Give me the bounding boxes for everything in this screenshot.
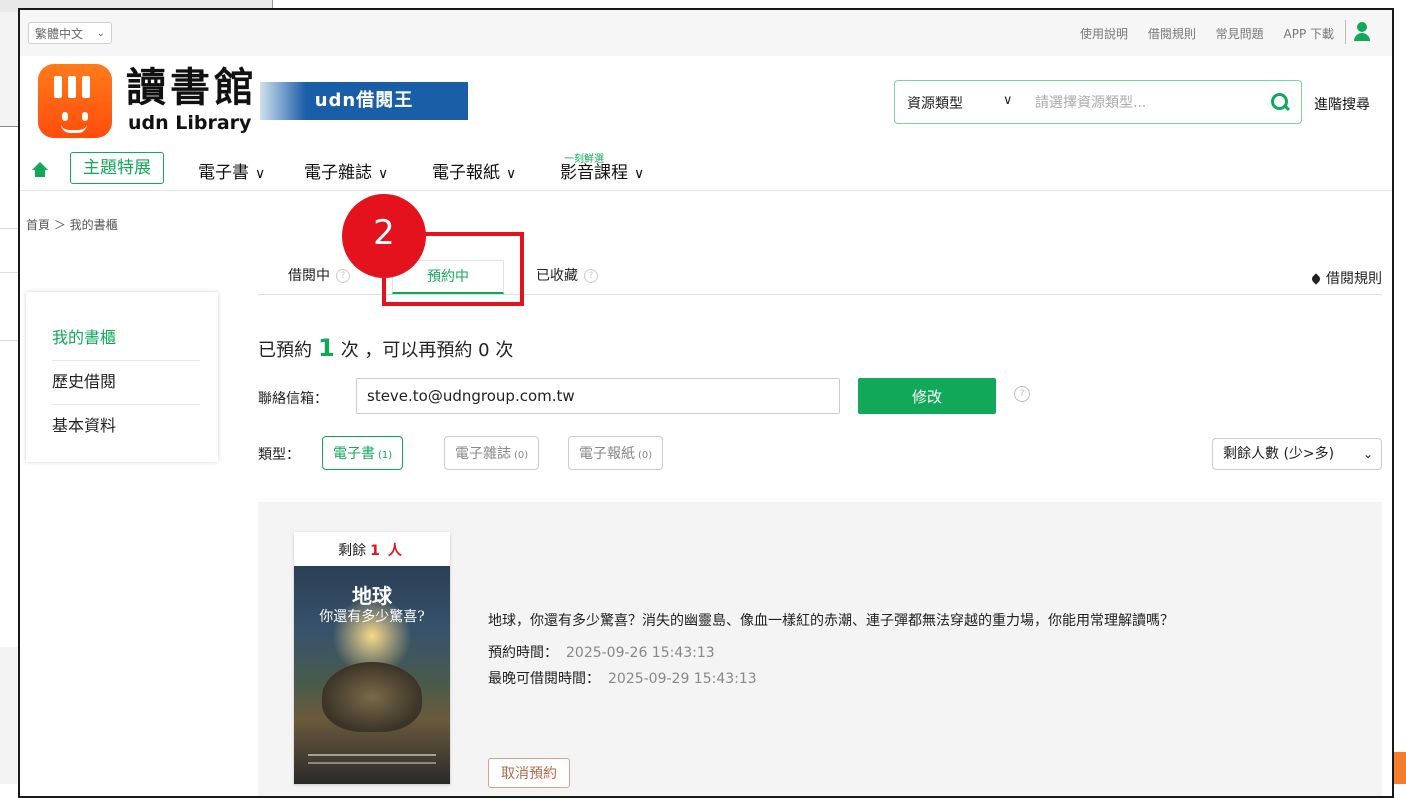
top-separator [1345,20,1346,44]
chevron-down-icon: ∨ [634,166,645,182]
nav-emagazines[interactable]: 電子雜誌 ∨ [304,158,388,183]
remaining-unit: 人 [387,543,402,559]
sidebar-item-bookshelf[interactable]: 我的書櫃 [52,316,200,361]
tag-icon [1310,273,1322,285]
nav-enewspapers-label: 電子報紙 [432,163,500,183]
logo-title: 讀書館 [126,65,258,111]
filter-ebooks-button[interactable]: 電子書 (1) [322,436,404,470]
sort-select[interactable]: 剩餘人數 (少>多) ⌄ [1212,438,1382,470]
chevron-down-icon: ⌄ [1362,447,1373,461]
filter-ebooks-count: (1) [378,450,393,461]
language-value: 繁體中文 [35,27,84,41]
borrow-rules-tab-link[interactable]: 借閱規則 [1310,268,1382,288]
reserve-time: 預約時間： 2025-09-26 15:43:13 [488,642,715,662]
deadline-label: 最晚可借閱時間： [488,671,600,687]
remaining-prefix: 剩餘 [338,543,367,559]
breadcrumb[interactable]: 首頁 ＞ 我的書櫃 [26,216,118,233]
language-select[interactable]: 繁體中文 ⌄ [28,22,112,44]
search-box: 資源類型 ∨ [894,80,1302,124]
tab-favorites[interactable]: 已收藏? [536,258,598,294]
remaining-count: 剩餘 1 人 [294,540,450,560]
reserve-time-label: 預約時間： [488,645,558,661]
background-panel [0,126,20,647]
deadline-value: 2025-09-29 15:43:13 [608,671,757,687]
resource-type-select[interactable]: 資源類型 [907,93,963,113]
nav-ebooks-label: 電子書 [198,163,249,183]
faq-link[interactable]: 常見問題 [1216,27,1264,41]
sidebar-item-history[interactable]: 歷史借閱 [52,360,200,405]
top-links: 使用說明 借閱規則 常見問題 APP 下載 [1064,25,1334,42]
help-icon[interactable]: ? [1014,386,1030,402]
screenshot-frame: 繁體中文 ⌄ 使用說明 借閱規則 常見問題 APP 下載 讀書館 udn Lib… [18,8,1394,798]
nav-video-courses[interactable]: 影音課程 ∨ [560,158,644,183]
help-icon[interactable]: ? [584,269,598,283]
nav-emagazines-label: 電子雜誌 [304,163,372,183]
chevron-down-icon: ∨ [378,166,389,182]
chevron-down-icon[interactable]: ∨ [1003,93,1013,108]
help-icon[interactable]: ? [336,269,350,283]
home-icon[interactable] [32,162,48,178]
help-link[interactable]: 使用說明 [1080,27,1128,41]
background-divider [0,340,20,341]
quota-suffix: 次 ，可以再預約 0 次 [340,340,514,361]
filter-emagazines-button[interactable]: 電子雜誌 (0) [444,436,540,470]
top-bar: 繁體中文 ⌄ 使用說明 借閱規則 常見問題 APP 下載 [20,10,1392,56]
advanced-search-link[interactable]: 進階搜尋 [1314,94,1370,114]
filter-enewspapers-button[interactable]: 電子報紙 (0) [568,436,664,470]
reservation-quota: 已預約 1 次 ，可以再預約 0 次 [258,334,513,362]
user-icon[interactable] [1352,21,1372,43]
email-label: 聯絡信箱： [258,391,328,407]
borrow-rules-link[interactable]: 借閱規則 [1148,27,1196,41]
filter-emagazines-count: (0) [514,450,529,461]
nav-theme-button[interactable]: 主題特展 [70,152,164,184]
chevron-down-icon: ∨ [255,166,266,182]
type-filter-label: 類型： [258,447,300,463]
filter-enewspapers-label: 電子報紙 [579,446,635,462]
filter-emagazines-label: 電子雜誌 [455,446,511,462]
quota-prefix: 已預約 [258,340,312,361]
background-divider [0,272,20,273]
tab-favorites-label: 已收藏 [536,268,578,284]
cover-title: 地球 [352,584,392,608]
email-field[interactable] [356,378,840,414]
book-cover-card[interactable]: 剩餘 1 人 地球 你還有多少驚喜? [294,532,450,784]
book-title[interactable]: 地球，你還有多少驚喜？消失的幽靈島、像血一樣紅的赤潮、連子彈都無法穿越的重力場，… [488,610,1174,630]
filter-enewspapers-count: (0) [638,450,653,461]
search-icon[interactable] [1269,91,1291,113]
logo-subtitle: udn Library [128,112,252,134]
app-logo-icon[interactable] [38,64,112,138]
quota-count: 1 [318,334,335,362]
partner-banner[interactable]: udn借閱王 [260,82,468,120]
edit-email-button[interactable]: 修改 [858,378,996,414]
nav-video-courses-label: 影音課程 [560,163,628,183]
step-badge: 2 [342,194,426,278]
nav-ebooks[interactable]: 電子書 ∨ [198,158,265,183]
sort-value: 剩餘人數 (少>多) [1223,446,1335,462]
cover-subtitle: 你還有多少驚喜? [319,609,425,625]
deadline-time: 最晚可借閱時間： 2025-09-29 15:43:13 [488,668,757,688]
reservation-card: 剩餘 1 人 地球 你還有多少驚喜? 地球，你還有多少驚喜？消失的幽靈島、像血一樣紅… [258,502,1382,796]
reserve-time-value: 2025-09-26 15:43:13 [566,645,715,661]
tab-borrowing-label: 借閱中 [288,268,330,284]
sidebar-item-profile[interactable]: 基本資料 [52,404,200,448]
filter-ebooks-label: 電子書 [333,446,375,462]
nav-enewspapers[interactable]: 電子報紙 ∨ [432,158,516,183]
nav-divider [20,190,1392,191]
app-download-link[interactable]: APP 下載 [1284,27,1335,41]
chevron-down-icon: ∨ [506,166,517,182]
tab-borrowing[interactable]: 借閱中? [288,258,350,294]
book-cover-image[interactable]: 地球 你還有多少驚喜? [294,566,450,784]
background-divider [0,228,20,229]
sidebar-menu: 我的書櫃 歷史借閱 基本資料 [26,292,218,462]
corner-accent [1394,752,1406,784]
remaining-number: 1 [370,543,380,559]
chevron-down-icon: ⌄ [96,28,105,39]
borrow-rules-label: 借閱規則 [1326,271,1382,287]
search-input[interactable] [1033,89,1247,117]
